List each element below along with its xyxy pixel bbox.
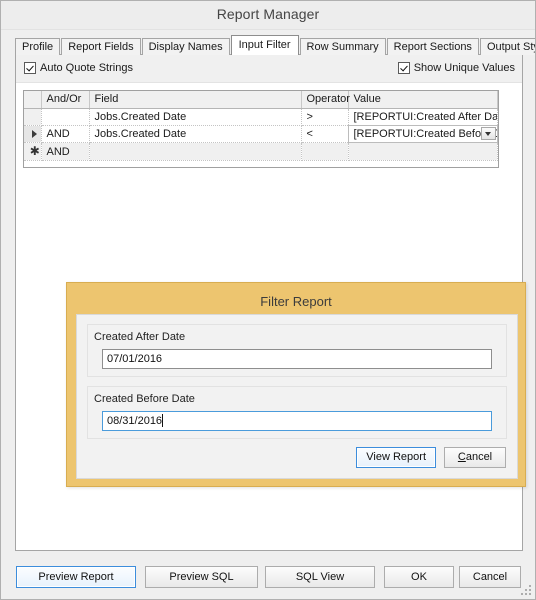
row-selector-cell[interactable] [24,125,42,143]
cell-and-or[interactable]: AND [41,142,90,161]
cancel-label-rest: ancel [465,451,493,463]
new-row-asterisk-icon: ✱ [29,144,40,158]
checkbox-show-unique-values-label: Show Unique Values [413,62,515,74]
cell-operator[interactable]: > [301,108,349,126]
view-report-button[interactable]: View Report [356,447,436,468]
ok-button[interactable]: OK [384,566,454,588]
tab-control: Profile Report Fields Display Names Inpu… [15,35,535,551]
tab-report-fields[interactable]: Report Fields [61,38,141,55]
column-header-value[interactable]: Value [348,91,498,109]
tab-report-sections[interactable]: Report Sections [386,38,479,55]
row-selector-cell[interactable] [24,108,42,126]
tab-row-summary[interactable]: Row Summary [299,38,386,55]
checkbox-show-unique-values[interactable]: Show Unique Values [397,62,515,74]
column-header-operator[interactable]: Operator [301,91,350,109]
sql-view-button[interactable]: SQL View [265,566,375,588]
cell-field[interactable]: Jobs.Created Date [89,108,302,126]
window-titlebar: Report Manager [1,1,535,30]
table-row[interactable]: Jobs.Created Date > [REPORTUI:Created Af… [24,108,498,126]
footer-button-bar: Preview Report Preview SQL SQL View OK C… [1,557,535,599]
tab-profile[interactable]: Profile [15,38,61,55]
cell-operator[interactable] [301,142,349,161]
dialog-button-row: View Report Cancel [356,447,506,468]
created-before-date-input[interactable] [102,411,492,431]
cell-field[interactable]: Jobs.Created Date [89,125,302,143]
created-after-date-label: Created After Date [94,331,186,343]
cell-operator[interactable]: < [301,125,349,143]
tab-page-input-filter: Auto Quote Strings Show Unique Values An… [15,54,526,551]
filter-criteria-grid[interactable]: And/Or Field Operator Value Jobs.Created… [23,90,499,168]
field-group-created-after-date: Created After Date [87,324,507,377]
cell-value-text: [REPORTUI:Created Before Date] [353,128,497,140]
dialog-cancel-button[interactable]: Cancel [444,447,506,468]
dialog-title: Filter Report [260,294,332,309]
dialog-body: Created After Date Created Before Date V… [76,314,518,479]
checkmark-icon [24,62,36,74]
cell-field[interactable] [89,142,302,161]
cell-value[interactable]: [REPORTUI:Created After Date] [348,108,498,126]
cell-and-or[interactable]: AND [41,125,90,143]
checkmark-icon [397,62,410,74]
field-group-created-before-date: Created Before Date [87,386,507,439]
created-after-date-input[interactable] [102,349,492,369]
created-before-date-label: Created Before Date [94,393,195,405]
filter-report-dialog: Filter Report Created After Date Created… [66,282,526,487]
tab-input-filter[interactable]: Input Filter [230,35,299,55]
cancel-button[interactable]: Cancel [459,566,521,588]
checkbox-auto-quote-strings-label: Auto Quote Strings [40,62,133,74]
column-header-and-or[interactable]: And/Or [41,91,90,109]
window-title: Report Manager [216,6,320,22]
row-selector-cell-new[interactable]: ✱ [24,142,42,161]
current-row-arrow-icon [32,129,38,138]
report-manager-window: Report Manager Profile Report Fields Dis… [0,0,536,600]
cell-value[interactable]: [REPORTUI:Created Before Date] [347,125,498,143]
tab-display-names[interactable]: Display Names [141,38,230,55]
table-row[interactable]: AND Jobs.Created Date < [REPORTUI:Create… [24,125,498,143]
table-row-new[interactable]: ✱ AND [24,142,498,161]
cancel-accelerator: C [457,451,466,463]
tab-strip: Profile Report Fields Display Names Inpu… [15,35,535,55]
cell-and-or[interactable] [41,108,90,126]
preview-sql-button[interactable]: Preview SQL [145,566,258,588]
filter-criteria-table: And/Or Field Operator Value Jobs.Created… [24,91,498,161]
chevron-down-icon[interactable] [481,127,496,140]
column-header-selector[interactable] [24,91,42,109]
preview-report-button[interactable]: Preview Report [16,566,136,588]
column-header-field[interactable]: Field [89,91,302,109]
tab-output-style[interactable]: Output Style [479,38,535,55]
checkbox-auto-quote-strings[interactable]: Auto Quote Strings [24,62,133,74]
resize-grip-icon[interactable] [521,585,532,596]
cell-value[interactable] [348,142,498,161]
table-header-row: And/Or Field Operator Value [24,91,498,109]
text-cursor [162,414,164,427]
filter-options-bar: Auto Quote Strings Show Unique Values [16,55,522,83]
